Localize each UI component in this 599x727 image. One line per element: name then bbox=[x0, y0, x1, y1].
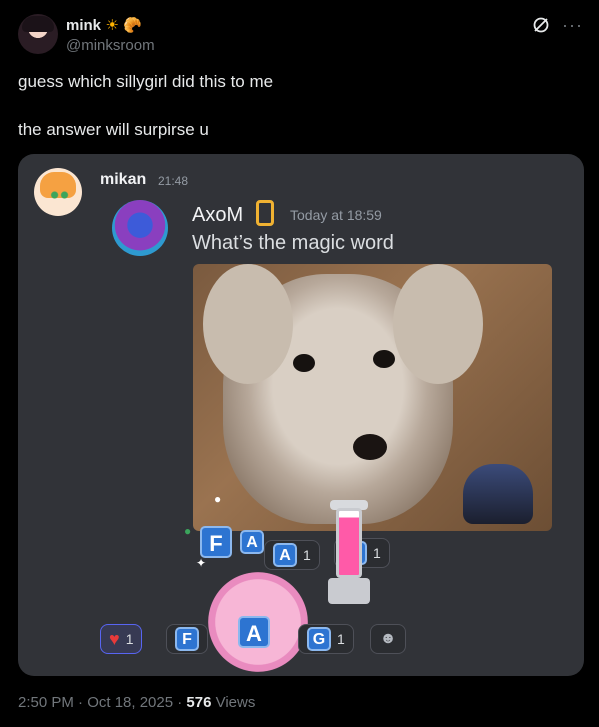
post-header: mink ☀ 🥐 @minksroom ··· bbox=[18, 14, 583, 56]
post-text: guess which sillygirl did this to me the… bbox=[18, 72, 274, 139]
shoe bbox=[463, 464, 533, 524]
tile-count-g: 1 bbox=[373, 545, 381, 561]
header-actions: ··· bbox=[532, 16, 583, 34]
tile-chip-a: A 1 bbox=[264, 540, 320, 570]
add-reaction-icon[interactable]: ☻ bbox=[370, 624, 406, 654]
reply-name: AxoM bbox=[192, 204, 244, 226]
letter-tile-a: A bbox=[273, 543, 297, 567]
letter-tile-f: F bbox=[200, 526, 232, 558]
author-block[interactable]: mink ☀ 🥐 @minksroom bbox=[66, 16, 155, 54]
sender-time: 21:48 bbox=[158, 174, 189, 188]
author-avatar[interactable] bbox=[18, 14, 58, 54]
views-label: Views bbox=[211, 694, 256, 711]
dog-ear-left bbox=[203, 264, 293, 384]
post-media[interactable]: mikan 21:48 AxoM Today at 18:59 What’s t… bbox=[18, 154, 584, 676]
sender-name: mikan bbox=[100, 171, 147, 188]
sender-avatar bbox=[34, 168, 82, 216]
reaction-f[interactable]: F bbox=[166, 624, 208, 654]
sparkle-icon: ✦ bbox=[196, 556, 207, 570]
dog-eye-right bbox=[373, 350, 395, 368]
sparkle-icon: ● bbox=[214, 492, 222, 506]
reaction-heart[interactable]: ♥ 1 bbox=[100, 624, 143, 654]
reaction-count: 1 bbox=[125, 631, 134, 647]
reply-avatar bbox=[112, 200, 168, 256]
reaction-g[interactable]: G 1 bbox=[298, 624, 354, 654]
sparkle-icon: ● bbox=[184, 524, 192, 538]
more-options-icon[interactable]: ··· bbox=[562, 16, 583, 34]
croissant-emoji-icon: 🥐 bbox=[123, 17, 143, 34]
reply-time: Today at 18:59 bbox=[290, 207, 382, 223]
dog-nose bbox=[353, 434, 387, 460]
dog-ear-right bbox=[393, 264, 483, 384]
letter-tile-f-reaction: F bbox=[175, 627, 199, 651]
tube-glass bbox=[336, 508, 362, 578]
views-count: 576 bbox=[186, 694, 212, 711]
tile-count-a: 1 bbox=[303, 547, 311, 563]
heart-icon: ♥ bbox=[109, 629, 120, 649]
sun-emoji-icon: ☀ bbox=[105, 17, 119, 34]
grok-icon[interactable] bbox=[532, 16, 550, 34]
letter-tile-g-reaction: G bbox=[307, 627, 331, 651]
reply-message: What’s the magic word bbox=[192, 232, 394, 254]
letter-tile-a-reaction[interactable]: A bbox=[238, 616, 270, 648]
dog-eye-left bbox=[293, 354, 315, 372]
phone-icon bbox=[256, 200, 274, 226]
tube-base bbox=[328, 578, 370, 604]
post-timestamp[interactable]: 2:50 PM · Oct 18, 2025 · bbox=[18, 694, 186, 711]
dog-head bbox=[203, 264, 483, 524]
author-handle[interactable]: @minksroom bbox=[66, 37, 155, 54]
post-footer: 2:50 PM · Oct 18, 2025 · 576 Views bbox=[18, 694, 255, 711]
display-name[interactable]: mink bbox=[66, 17, 101, 34]
letter-tile-a-small: A bbox=[240, 530, 264, 554]
dog-photo bbox=[193, 264, 552, 531]
reaction-count: 1 bbox=[337, 631, 345, 647]
potion-tube-icon bbox=[326, 500, 372, 608]
